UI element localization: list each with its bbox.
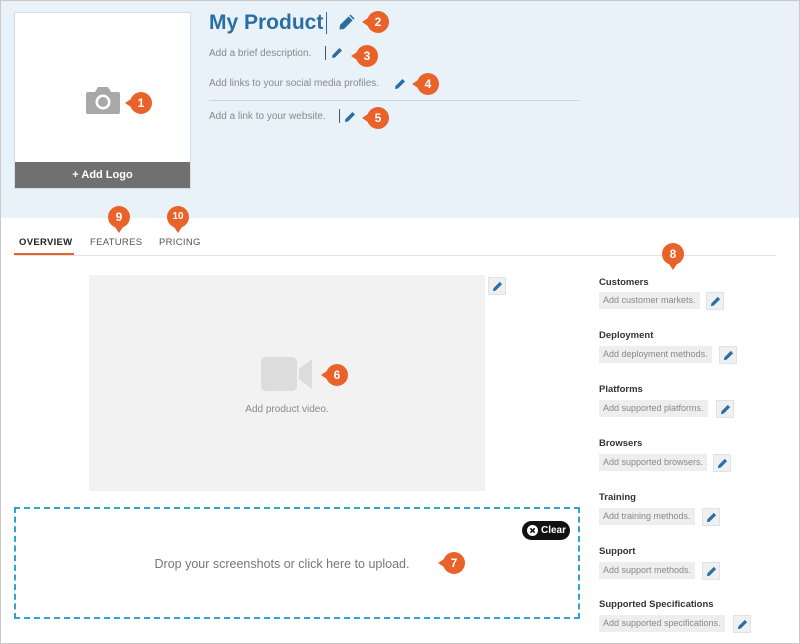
text-cursor [325,46,326,60]
pencil-icon[interactable] [338,13,356,31]
customers-title: Customers [599,277,649,288]
edit-customers-button[interactable] [706,292,724,310]
callout-badge: 3 [351,45,378,67]
add-logo-button[interactable]: + Add Logo [15,162,190,188]
edit-specifications-button[interactable] [733,615,751,633]
title-cursor [326,12,327,34]
edit-support-button[interactable] [702,562,720,580]
callout-badge: 2 [362,11,389,33]
dropzone-text: Drop your screenshots or click here to u… [154,557,410,571]
pencil-icon[interactable] [394,78,406,90]
edit-deployment-button[interactable] [719,346,737,364]
platforms-field[interactable]: Add supported platforms. [599,400,708,417]
training-field[interactable]: Add training methods. [599,508,695,525]
edit-browsers-button[interactable] [713,454,731,472]
social-links-field[interactable]: Add links to your social media profiles. [209,78,379,89]
clear-label: Clear [541,525,567,536]
pencil-icon [717,458,728,469]
screenshot-dropzone[interactable]: Drop your screenshots or click here to u… [14,507,580,619]
product-video-area[interactable]: Add product video. [89,275,485,491]
browsers-title: Browsers [599,438,643,449]
browsers-field[interactable]: Add supported browsers. [599,454,708,471]
tab-features[interactable]: FEATURES [90,237,142,248]
customers-field[interactable]: Add customer markets. [599,292,700,309]
pencil-icon [492,281,503,292]
divider [209,100,580,101]
page-title[interactable]: My Product [209,11,323,35]
edit-video-button[interactable] [488,277,506,295]
specifications-title: Supported Specifications [599,599,714,610]
edit-platforms-button[interactable] [716,400,734,418]
callout-badge: 1 [125,92,152,114]
pencil-icon [723,350,734,361]
deployment-field[interactable]: Add deployment methods. [599,346,712,363]
training-title: Training [599,492,636,503]
callout-badge: 5 [362,107,389,129]
pencil-icon [720,404,731,415]
callout-badge: 6 [321,364,348,386]
callout-badge: 8 [662,243,684,270]
edit-training-button[interactable] [702,508,720,526]
tab-pricing[interactable]: PRICING [159,237,201,248]
description-field[interactable]: Add a brief description. [209,48,311,59]
callout-badge: 9 [108,206,130,233]
text-cursor [339,109,340,123]
video-camera-icon [261,357,312,391]
callout-badge: 10 [167,206,189,233]
website-field[interactable]: Add a link to your website. [209,111,326,122]
callout-badge: 4 [412,73,439,95]
specifications-field[interactable]: Add supported specifications. [599,615,725,632]
pencil-icon [706,566,717,577]
support-title: Support [599,546,636,557]
pencil-icon[interactable] [344,111,356,123]
callout-badge: 7 [438,552,465,574]
support-field[interactable]: Add support methods. [599,562,696,579]
tab-overview[interactable]: OVERVIEW [19,237,72,248]
pencil-icon [706,512,717,523]
pencil-icon [737,619,748,630]
video-placeholder: Add product video. [245,404,329,415]
clear-button[interactable]: Clear [522,521,570,540]
pencil-icon [710,296,721,307]
platforms-title: Platforms [599,384,643,395]
logo-upload-area[interactable]: + Add Logo [14,12,191,189]
pencil-icon[interactable] [331,47,343,59]
deployment-title: Deployment [599,330,654,341]
camera-icon [86,87,120,114]
close-circle-icon [527,525,538,536]
